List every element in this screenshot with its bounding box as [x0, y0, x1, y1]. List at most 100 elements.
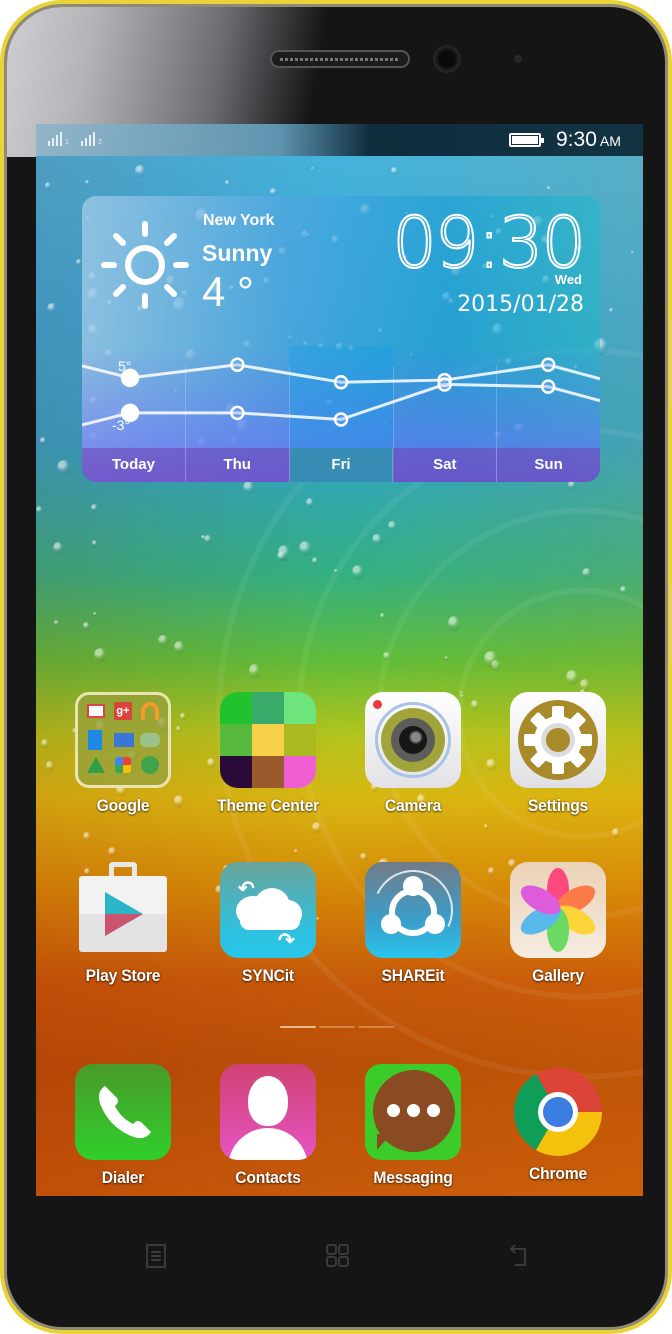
- forecast-chart: [82, 357, 600, 427]
- message-bubble-icon: [365, 1064, 461, 1160]
- water-droplet: [359, 852, 368, 862]
- water-droplet: [383, 651, 392, 660]
- day-tab-sat[interactable]: Sat: [393, 448, 498, 482]
- app-play-store[interactable]: Play Store: [58, 862, 188, 986]
- point-low-fri: [333, 412, 349, 427]
- app-chrome[interactable]: Chrome: [493, 1064, 623, 1184]
- theme-center-icon: [220, 692, 316, 788]
- app-settings[interactable]: Settings: [493, 692, 623, 816]
- water-droplet: [270, 188, 278, 197]
- google-folder-icon: g+: [75, 692, 171, 788]
- water-droplet: [41, 738, 50, 749]
- forecast-days: Today Thu Fri Sat Sun: [82, 448, 600, 482]
- point-low-sun: [540, 379, 556, 394]
- water-droplet: [294, 848, 299, 854]
- chrome-icon: [514, 1068, 602, 1156]
- home-grid-icon[interactable]: [325, 1243, 351, 1269]
- water-droplet: [36, 506, 44, 515]
- app-contacts[interactable]: Contacts: [203, 1064, 333, 1188]
- proximity-sensor: [514, 55, 522, 63]
- water-droplet: [581, 567, 592, 579]
- status-time: 9:30: [556, 128, 597, 151]
- water-droplet: [93, 648, 108, 662]
- weather-clock-widget[interactable]: New York Sunny 4 ° 09:30 Wed 2015/01/28 …: [82, 196, 600, 482]
- phone-frame: 1 2 9:30 AM New York Sunny 4 ° 09:30 Wed…: [0, 0, 672, 1334]
- app-label-messaging: Messaging: [373, 1168, 453, 1187]
- water-droplet: [312, 821, 323, 833]
- battery-full-icon: [509, 133, 544, 147]
- back-arrow-icon[interactable]: [507, 1243, 533, 1269]
- app-label-gallery: Gallery: [532, 966, 584, 985]
- page-dot-2[interactable]: [319, 1026, 355, 1028]
- water-droplet: [173, 641, 185, 654]
- water-droplet: [388, 520, 397, 531]
- app-label-camera: Camera: [384, 796, 442, 815]
- water-droplet: [203, 535, 213, 544]
- signal-sim2-icon: 2: [81, 132, 102, 146]
- water-droplet: [248, 664, 260, 678]
- water-droplet: [372, 534, 383, 546]
- weather-condition: Sunny: [202, 240, 273, 266]
- water-droplet: [491, 660, 501, 671]
- water-droplet: [57, 459, 71, 476]
- sim2-label: 2: [98, 139, 102, 146]
- point-high-thu: [230, 357, 245, 372]
- water-droplet: [484, 650, 498, 668]
- water-droplet: [242, 481, 255, 494]
- water-droplet: [565, 669, 580, 685]
- status-ampm: AM: [599, 133, 621, 149]
- water-droplet: [447, 616, 461, 632]
- widget-weekday: Wed: [554, 272, 582, 287]
- water-droplet: [630, 251, 635, 256]
- app-label-google: Google: [96, 796, 150, 815]
- syncit-cloud-icon: ↶ ↷: [220, 862, 316, 958]
- water-droplet: [201, 535, 206, 541]
- app-syncit[interactable]: ↶ ↷ SYNCit: [203, 862, 333, 986]
- page-indicator[interactable]: [280, 1026, 394, 1028]
- water-droplet: [40, 437, 47, 446]
- water-droplet: [278, 544, 291, 561]
- point-low-sat: [437, 377, 452, 392]
- water-droplet: [379, 612, 385, 619]
- day-tab-thu[interactable]: Thu: [186, 448, 290, 482]
- play-store-icon: [75, 862, 171, 958]
- page-dot-1[interactable]: [280, 1026, 316, 1028]
- water-droplet: [46, 761, 54, 771]
- water-droplet: [224, 180, 231, 187]
- app-dialer[interactable]: Dialer: [58, 1064, 188, 1188]
- app-label-syncit: SYNCit: [242, 966, 294, 985]
- water-droplet: [92, 612, 97, 616]
- home-screen: 1 2 9:30 AM New York Sunny 4 ° 09:30 Wed…: [36, 124, 643, 1196]
- day-tab-sun[interactable]: Sun: [497, 448, 600, 482]
- menu-icon[interactable]: [143, 1243, 169, 1269]
- water-droplet: [619, 585, 628, 594]
- water-droplet: [612, 828, 621, 838]
- phone-body: 1 2 9:30 AM New York Sunny 4 ° 09:30 Wed…: [4, 4, 668, 1330]
- water-droplet: [91, 540, 98, 547]
- app-shareit[interactable]: SHAREit: [348, 862, 478, 986]
- app-label-settings: Settings: [527, 796, 589, 815]
- app-theme-center[interactable]: Theme Center: [203, 692, 333, 816]
- water-droplet: [108, 847, 117, 858]
- water-droplet: [53, 620, 59, 626]
- day-tab-fri[interactable]: Fri: [289, 448, 394, 482]
- water-droplet: [444, 655, 449, 660]
- app-label-play-store: Play Store: [85, 966, 161, 985]
- low-temp-label: -3°: [112, 417, 131, 433]
- app-camera[interactable]: Camera: [348, 692, 478, 816]
- day-tab-today[interactable]: Today: [82, 448, 186, 482]
- water-droplet: [90, 504, 98, 513]
- signal-sim1-icon: 1: [48, 132, 69, 146]
- app-messaging[interactable]: Messaging: [348, 1064, 478, 1188]
- water-droplet: [390, 166, 398, 175]
- settings-gear-icon: [510, 692, 606, 788]
- page-dot-3[interactable]: [358, 1026, 394, 1028]
- water-droplet: [298, 540, 313, 556]
- water-droplet: [46, 302, 58, 314]
- water-droplet: [83, 831, 91, 841]
- high-temp-label: 5°: [118, 358, 132, 374]
- app-google[interactable]: g+ Google: [58, 692, 188, 816]
- app-gallery[interactable]: Gallery: [493, 862, 623, 986]
- water-droplet: [134, 164, 147, 177]
- shareit-icon: [365, 862, 461, 958]
